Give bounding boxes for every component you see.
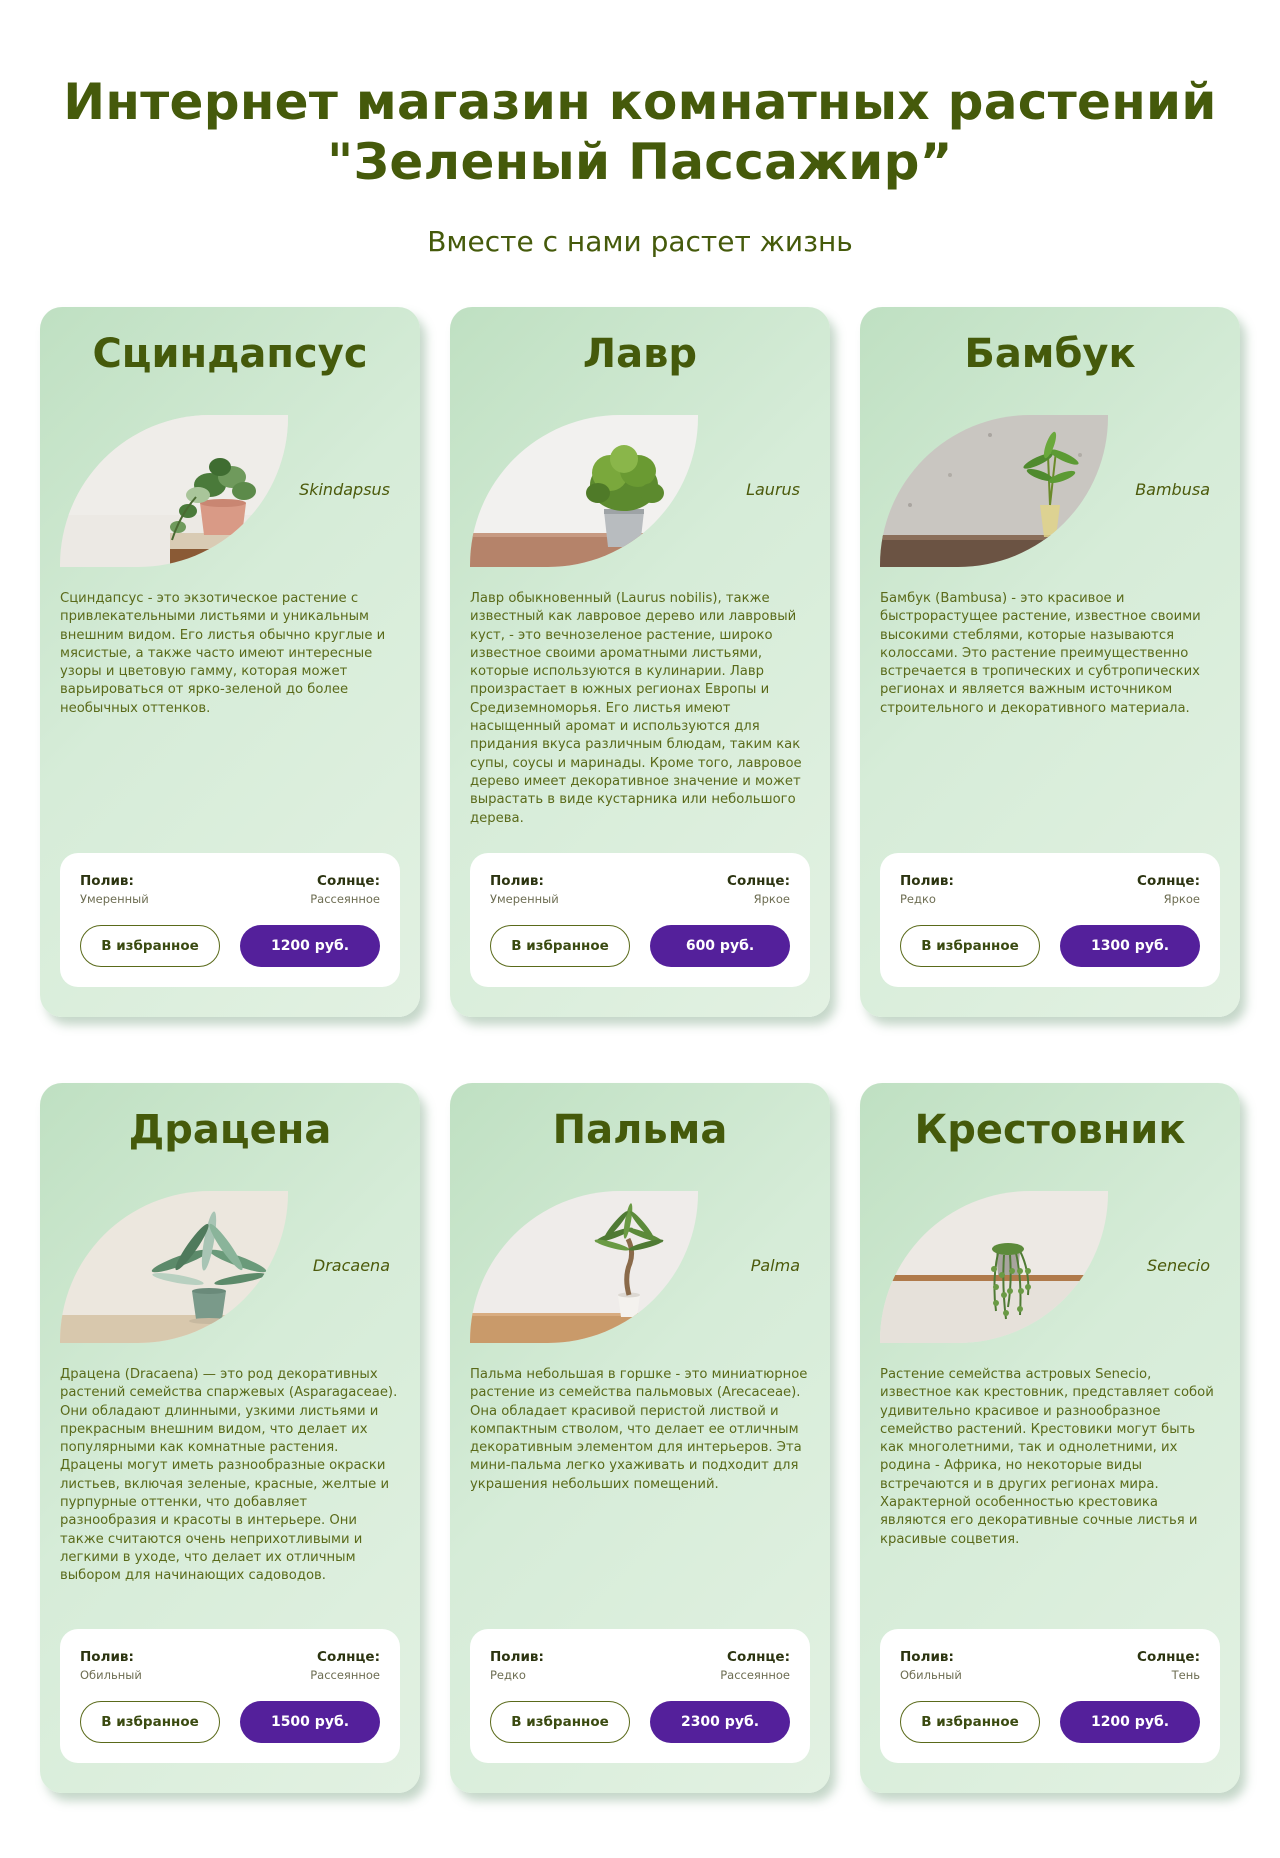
product-name: Драцена bbox=[128, 1107, 332, 1153]
care-info-panel: Полив: Редко Солнце: Яркое В избранное 1… bbox=[880, 853, 1220, 987]
price-button[interactable]: 1500 руб. bbox=[240, 1701, 380, 1743]
product-card: Лавр Laurus Лавр обыкновенный (Laurus no… bbox=[450, 307, 830, 1017]
latin-name: Senecio bbox=[1146, 1256, 1210, 1275]
sun-value: Рассеянное bbox=[720, 1668, 790, 1682]
product-card: Бамбук Bambusa Бамбук (Bambusa) - это кр… bbox=[860, 307, 1240, 1017]
laurel-in-metal-bucket-image bbox=[470, 415, 698, 567]
bamboo-in-glass-vase-image bbox=[880, 415, 1108, 567]
care-info-panel: Полив: Обильный Солнце: Тень В избранное… bbox=[880, 1629, 1220, 1763]
watering-value: Обильный bbox=[900, 1668, 962, 1682]
add-to-favorites-button[interactable]: В избранное bbox=[900, 1701, 1040, 1743]
sun-value: Яркое bbox=[753, 892, 790, 906]
price-button[interactable]: 1200 руб. bbox=[240, 925, 380, 967]
sun-value: Рассеянное bbox=[310, 892, 380, 906]
latin-name: Skindapsus bbox=[299, 480, 390, 499]
latin-name: Palma bbox=[750, 1256, 800, 1275]
price-button[interactable]: 1200 руб. bbox=[1060, 1701, 1200, 1743]
watering-label: Полив: bbox=[80, 873, 134, 889]
small-palm-in-white-pot-image bbox=[470, 1191, 698, 1343]
product-description: Драцена (Dracaena) — это род декоративны… bbox=[60, 1367, 398, 1584]
product-description: Бамбук (Bambusa) - это красивое и быстро… bbox=[880, 591, 1201, 716]
add-to-favorites-button[interactable]: В избранное bbox=[80, 1701, 220, 1743]
site-title-line-1: Интернет магазин комнатных растений bbox=[63, 73, 1217, 131]
sun-label: Солнце: bbox=[727, 873, 790, 889]
site-title: Интернет магазин комнатных растений "Зел… bbox=[0, 72, 1280, 192]
sun-label: Солнце: bbox=[317, 873, 380, 889]
product-name: Пальма bbox=[552, 1107, 728, 1153]
product-description: Растение семейства астровых Senecio, изв… bbox=[880, 1367, 1214, 1547]
product-card: Сциндапсус Skindapsus Сциндапсус - это э… bbox=[40, 307, 420, 1017]
sun-label: Солнце: bbox=[727, 1649, 790, 1665]
sun-label: Солнце: bbox=[1137, 1649, 1200, 1665]
price-button[interactable]: 1300 руб. bbox=[1060, 925, 1200, 967]
price-button[interactable]: 600 руб. bbox=[650, 925, 790, 967]
care-info-panel: Полив: Умеренный Солнце: Яркое В избранн… bbox=[470, 853, 810, 987]
add-to-favorites-button[interactable]: В избранное bbox=[490, 1701, 630, 1743]
watering-value: Редко bbox=[490, 1668, 526, 1682]
add-to-favorites-button[interactable]: В избранное bbox=[900, 925, 1040, 967]
watering-value: Редко bbox=[900, 892, 936, 906]
add-to-favorites-button[interactable]: В избранное bbox=[490, 925, 630, 967]
product-card: Пальма Palma Пальма небольшая в горшке -… bbox=[450, 1083, 830, 1793]
watering-value: Умеренный bbox=[80, 892, 149, 906]
care-info-panel: Полив: Умеренный Солнце: Рассеянное В из… bbox=[60, 853, 400, 987]
product-name: Лавр bbox=[582, 331, 698, 377]
watering-label: Полив: bbox=[490, 1649, 544, 1665]
sun-label: Солнце: bbox=[317, 1649, 380, 1665]
pothos-in-pink-pot-image bbox=[60, 415, 288, 567]
price-button[interactable]: 2300 руб. bbox=[650, 1701, 790, 1743]
watering-value: Умеренный bbox=[490, 892, 559, 906]
sun-value: Яркое bbox=[1163, 892, 1200, 906]
product-card: Крестовник Senecio Растение семейства ас… bbox=[860, 1083, 1240, 1793]
care-info-panel: Полив: Обильный Солнце: Рассеянное В изб… bbox=[60, 1629, 400, 1763]
product-name: Бамбук bbox=[964, 331, 1136, 377]
watering-label: Полив: bbox=[900, 873, 954, 889]
product-name: Сциндапсус bbox=[92, 331, 368, 377]
latin-name: Dracaena bbox=[312, 1256, 390, 1275]
site-subtitle: Вместе с нами растет жизнь bbox=[427, 225, 853, 258]
watering-value: Обильный bbox=[80, 1668, 142, 1682]
sun-label: Солнце: bbox=[1137, 873, 1200, 889]
product-description: Лавр обыкновенный (Laurus nobilis), такж… bbox=[470, 591, 802, 826]
site-title-line-2: "Зеленый Пассажир” bbox=[327, 133, 953, 191]
watering-label: Полив: bbox=[900, 1649, 954, 1665]
watering-label: Полив: bbox=[80, 1649, 134, 1665]
watering-label: Полив: bbox=[490, 873, 544, 889]
care-info-panel: Полив: Редко Солнце: Рассеянное В избран… bbox=[470, 1629, 810, 1763]
product-card: Драцена Dracaena Драцена (Dracaena) — эт… bbox=[40, 1083, 420, 1793]
product-description: Пальма небольшая в горшке - это миниатюр… bbox=[470, 1367, 808, 1492]
page-header: Интернет магазин комнатных растений "Зел… bbox=[0, 0, 1280, 258]
product-description: Сциндапсус - это экзотическое растение с… bbox=[60, 591, 386, 716]
sun-value: Рассеянное bbox=[310, 1668, 380, 1682]
latin-name: Laurus bbox=[746, 480, 800, 499]
product-name: Крестовник bbox=[914, 1107, 1186, 1153]
latin-name: Bambusa bbox=[1135, 480, 1210, 499]
add-to-favorites-button[interactable]: В избранное bbox=[80, 925, 220, 967]
product-grid: Сциндапсус Skindapsus Сциндапсус - это э… bbox=[40, 307, 1240, 1793]
sun-value: Тень bbox=[1171, 1668, 1200, 1682]
dracaena-in-green-pot-image bbox=[60, 1191, 288, 1343]
hanging-senecio-on-shelf-image bbox=[880, 1191, 1108, 1343]
